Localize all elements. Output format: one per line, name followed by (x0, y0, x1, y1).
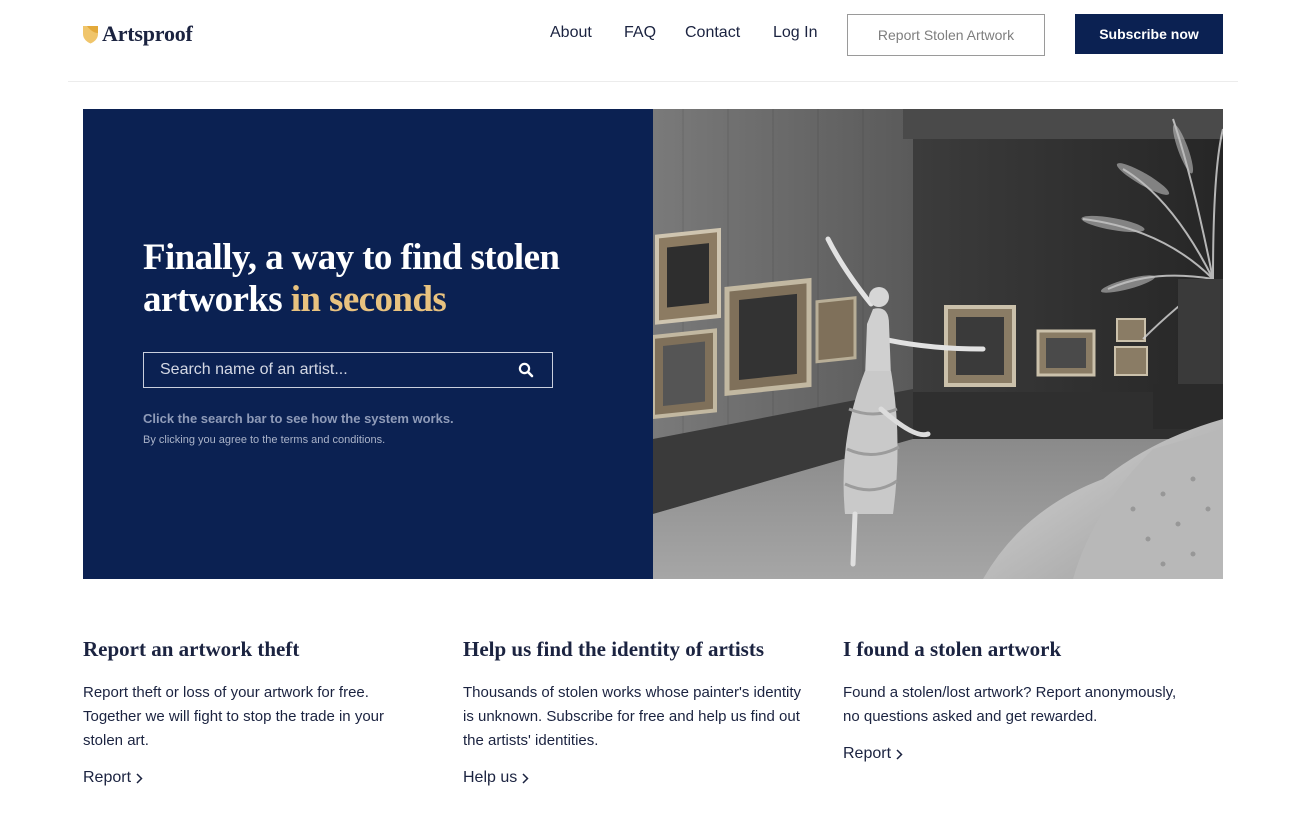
search-hint: Click the search bar to see how the syst… (143, 411, 454, 426)
nav-contact[interactable]: Contact (685, 23, 740, 43)
chevron-right-icon (522, 772, 529, 784)
logo-text: Artsproof (102, 21, 193, 46)
hero-section: Finally, a way to find stolen artworks i… (83, 109, 1223, 579)
search-button[interactable] (500, 353, 552, 387)
site-header: Artsproof About FAQ Contact Log In Repor… (0, 0, 1290, 82)
feature-description: Report theft or loss of your artwork for… (83, 684, 384, 749)
terms-notice: By clicking you agree to the terms and c… (143, 434, 386, 446)
search-input[interactable] (144, 353, 500, 387)
search-icon (518, 362, 534, 378)
feature-identify-artists: Help us find the identity of artists Tho… (463, 636, 823, 787)
report-found-link[interactable]: Report (843, 745, 903, 763)
feature-report-theft: Report an artwork theft Report theft or … (83, 636, 443, 787)
subscribe-button[interactable]: Subscribe now (1075, 14, 1223, 54)
hero-title-accent: in seconds (290, 279, 447, 320)
feature-title: Help us find the identity of artists (463, 637, 765, 661)
feature-found-stolen-artwork: I found a stolen artwork Found a stolen/… (843, 636, 1203, 763)
report-stolen-artwork-button[interactable]: Report Stolen Artwork (847, 14, 1045, 56)
shield-logo-icon (83, 26, 98, 44)
hero-image (653, 109, 1223, 579)
feature-link-label: Help us (463, 769, 518, 786)
chevron-right-icon (136, 772, 143, 784)
ballerina-gallery-photo (653, 109, 1223, 579)
feature-link-label: Report (83, 769, 132, 786)
chevron-right-icon (896, 748, 903, 760)
feature-link-label: Report (843, 745, 892, 762)
report-theft-link[interactable]: Report (83, 769, 143, 787)
feature-title: Report an artwork theft (83, 637, 300, 661)
artist-search-bar (143, 352, 553, 388)
nav-faq[interactable]: FAQ (624, 23, 656, 43)
hero-title: Finally, a way to find stolen artworks i… (143, 237, 603, 321)
logo[interactable]: Artsproof (82, 20, 193, 48)
nav-about[interactable]: About (550, 23, 592, 43)
nav-login[interactable]: Log In (773, 23, 817, 43)
feature-description: Found a stolen/lost artwork? Report anon… (843, 684, 1177, 725)
header-divider (68, 81, 1238, 82)
feature-description: Thousands of stolen works whose painter'… (463, 684, 802, 749)
help-us-link[interactable]: Help us (463, 769, 529, 787)
feature-title: I found a stolen artwork (843, 637, 1062, 661)
hero-panel: Finally, a way to find stolen artworks i… (83, 109, 653, 579)
